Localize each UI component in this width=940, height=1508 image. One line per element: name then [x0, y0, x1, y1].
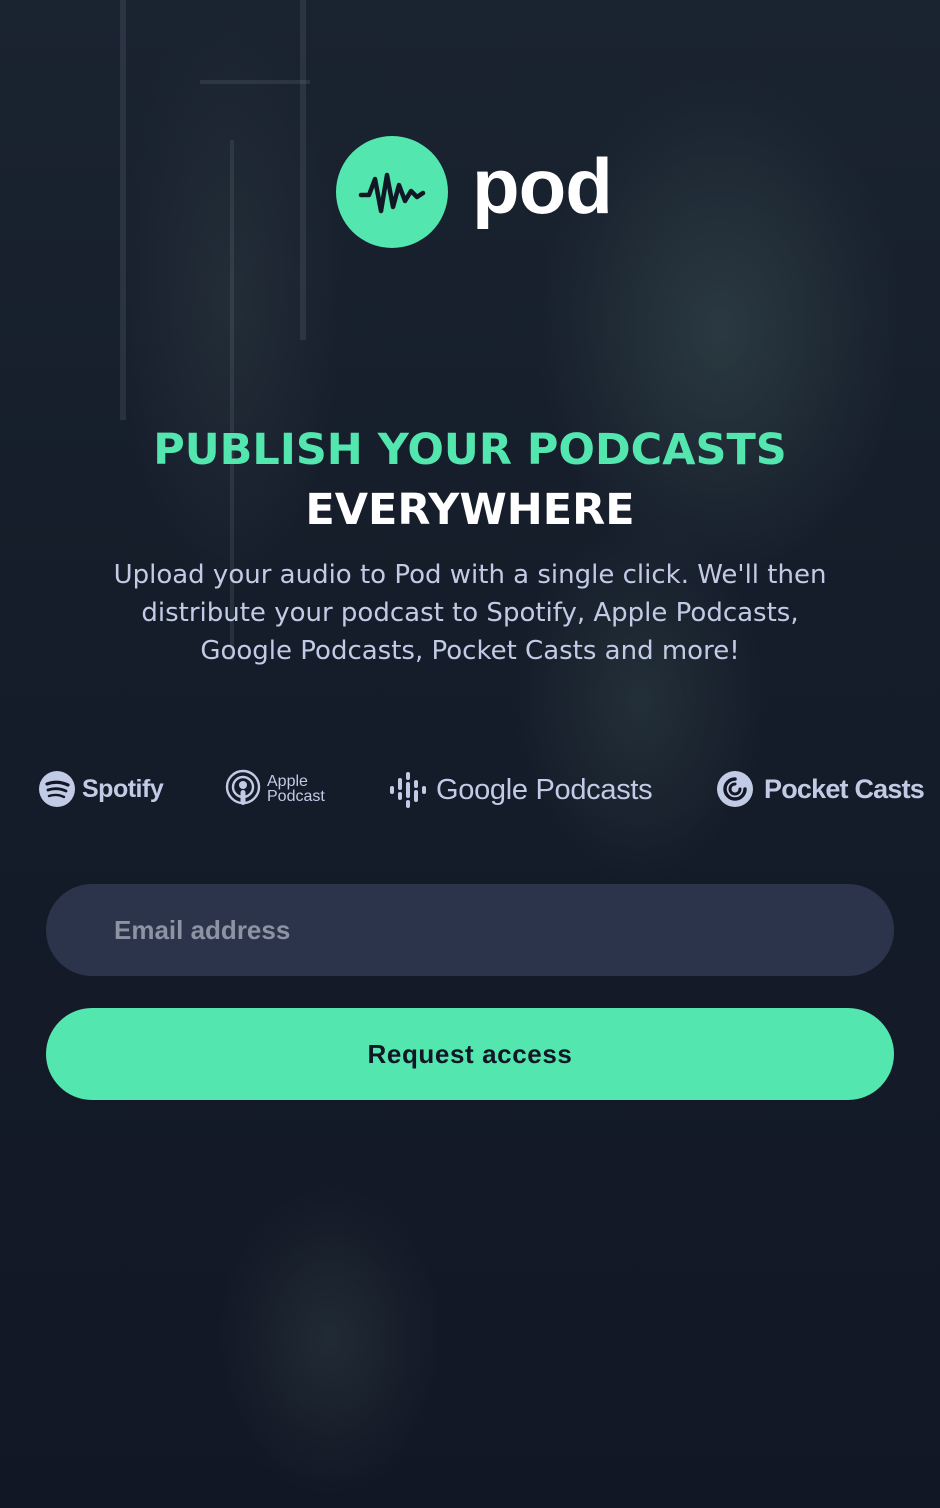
google-podcasts-logo: Google Podcasts	[388, 770, 653, 810]
brand-name: pod	[472, 142, 613, 230]
pocket-casts-icon	[716, 770, 754, 808]
apple-label-line1: Apple	[267, 773, 308, 790]
headline-accent: PUBLISH YOUR PODCASTS	[153, 425, 787, 475]
apple-label-line2: Podcast	[267, 788, 325, 805]
spotify-icon	[38, 770, 76, 808]
apple-podcast-icon	[225, 769, 261, 809]
request-access-button[interactable]: Request access	[46, 1008, 894, 1100]
apple-podcast-label: Apple Podcast	[267, 773, 325, 805]
apple-podcast-logo: Apple Podcast	[225, 769, 325, 809]
spotify-label: Spotify	[82, 774, 164, 803]
email-field[interactable]	[46, 884, 894, 976]
google-podcasts-icon	[388, 770, 428, 810]
hero-description: Upload your audio to Pod with a single c…	[113, 560, 827, 666]
pocket-casts-label: Pocket Casts	[764, 773, 925, 804]
waveform-icon	[336, 136, 448, 248]
pocket-casts-logo: Pocket Casts	[716, 770, 925, 808]
platform-logos: Spotify Apple Podcast Google Podcasts Po…	[0, 764, 940, 816]
spotify-logo: Spotify	[38, 770, 164, 808]
headline-main: EVERYWHERE	[305, 485, 635, 535]
hero-headline: PUBLISH YOUR PODCASTS EVERYWHERE	[0, 420, 940, 540]
brand-logo: pod	[336, 136, 613, 248]
google-podcasts-label: Google Podcasts	[436, 773, 653, 806]
